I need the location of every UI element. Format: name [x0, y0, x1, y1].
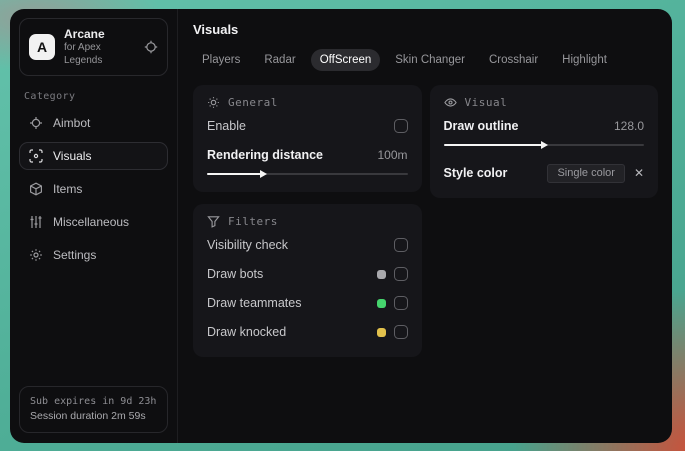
- filters-panel-title: Filters: [228, 215, 278, 228]
- tab-bar: Players Radar OffScreen Skin Changer Cro…: [193, 49, 658, 71]
- funnel-icon: [207, 215, 220, 228]
- visual-panel-title: Visual: [464, 96, 508, 109]
- visibility-check-checkbox[interactable]: [393, 238, 408, 252]
- draw-bots-label: Draw bots: [207, 267, 264, 281]
- draw-teammates-color-swatch[interactable]: [376, 298, 386, 308]
- draw-bots-row: Draw bots: [207, 262, 408, 286]
- sidebar-item-visuals[interactable]: Visuals: [19, 142, 168, 170]
- content-grid: General Enable Rendering distance 100m F…: [193, 85, 658, 357]
- clear-icon[interactable]: ✕: [634, 167, 644, 179]
- draw-bots-color-swatch[interactable]: [376, 269, 386, 279]
- rendering-distance-slider[interactable]: [207, 169, 408, 179]
- draw-outline-value: 128.0: [613, 119, 644, 133]
- visual-panel: Visual Draw outline 128.0 Style color Si…: [429, 85, 658, 198]
- tab-offscreen[interactable]: OffScreen: [310, 49, 381, 71]
- sidebar-item-label: Aimbot: [53, 116, 91, 130]
- scan-eye-icon: [29, 149, 43, 163]
- app-title-block: Arcane for Apex Legends: [64, 27, 135, 67]
- general-panel: General Enable Rendering distance 100m: [193, 85, 422, 192]
- enable-label: Enable: [207, 119, 246, 133]
- app-logo-card: A Arcane for Apex Legends: [19, 18, 168, 76]
- sidebar-item-aimbot[interactable]: Aimbot: [19, 109, 168, 137]
- rendering-distance-value: 100m: [377, 148, 408, 162]
- sidebar: A Arcane for Apex Legends Category Aimbo…: [10, 9, 178, 443]
- slider-handle[interactable]: [260, 170, 268, 178]
- tab-radar[interactable]: Radar: [255, 49, 304, 71]
- draw-knocked-color-swatch[interactable]: [376, 327, 386, 337]
- tab-skin-changer[interactable]: Skin Changer: [386, 49, 474, 71]
- filters-panel-header: Filters: [207, 215, 408, 228]
- visibility-check-label: Visibility check: [207, 238, 289, 252]
- eye-icon: [443, 96, 457, 109]
- draw-knocked-row: Draw knocked: [207, 320, 408, 344]
- rendering-distance-row: Rendering distance 100m: [207, 143, 408, 167]
- target-icon[interactable]: [144, 40, 158, 54]
- draw-outline-label: Draw outline: [443, 119, 519, 133]
- slider-fill: [443, 144, 542, 146]
- sidebar-item-settings[interactable]: Settings: [19, 241, 168, 269]
- style-color-selected-option[interactable]: Single color: [547, 163, 625, 183]
- right-column: Visual Draw outline 128.0 Style color Si…: [429, 85, 658, 198]
- app-name: Arcane: [64, 27, 105, 41]
- brightness-icon: [207, 96, 220, 109]
- sidebar-item-label: Settings: [53, 248, 97, 262]
- slider-handle[interactable]: [540, 141, 548, 149]
- sidebar-item-items[interactable]: Items: [19, 175, 168, 203]
- main-content: Visuals Players Radar OffScreen Skin Cha…: [178, 9, 672, 443]
- sidebar-item-label: Miscellaneous: [53, 215, 130, 229]
- draw-knocked-label: Draw knocked: [207, 325, 287, 339]
- draw-outline-row: Draw outline 128.0: [444, 114, 645, 138]
- sub-expiry-text: Sub expires in 9d 23h: [30, 396, 157, 407]
- style-color-row: Style color Single color ✕: [443, 161, 644, 185]
- draw-outline-slider[interactable]: [443, 140, 644, 150]
- sidebar-item-label: Visuals: [53, 149, 92, 163]
- app-window: A Arcane for Apex Legends Category Aimbo…: [10, 9, 672, 443]
- visual-panel-header: Visual: [443, 96, 645, 109]
- tab-players[interactable]: Players: [193, 49, 249, 71]
- session-duration-text: Session duration 2m 59s: [30, 410, 146, 422]
- app-logo: A: [29, 34, 55, 60]
- draw-teammates-label: Draw teammates: [207, 296, 302, 310]
- package-icon: [29, 182, 43, 196]
- sidebar-item-label: Items: [53, 182, 83, 196]
- general-panel-title: General: [228, 96, 278, 109]
- subscription-card: Sub expires in 9d 23h Session duration 2…: [19, 386, 168, 433]
- draw-knocked-checkbox[interactable]: [393, 325, 408, 339]
- left-column: General Enable Rendering distance 100m F…: [193, 85, 422, 357]
- sidebar-item-miscellaneous[interactable]: Miscellaneous: [19, 208, 168, 236]
- enable-checkbox[interactable]: [393, 119, 408, 133]
- sliders-icon: [29, 215, 43, 229]
- enable-row: Enable: [207, 114, 408, 138]
- page-title: Visuals: [193, 22, 239, 37]
- tab-highlight[interactable]: Highlight: [553, 49, 616, 71]
- category-label: Category: [24, 91, 76, 102]
- draw-teammates-row: Draw teammates: [207, 291, 408, 315]
- general-panel-header: General: [207, 96, 408, 109]
- filters-panel: Filters Visibility check Draw bots Draw …: [193, 204, 422, 357]
- gear-icon: [29, 248, 43, 262]
- app-subtitle: for Apex Legends: [64, 42, 103, 66]
- style-color-label: Style color: [443, 166, 508, 180]
- tab-crosshair[interactable]: Crosshair: [480, 49, 547, 71]
- visibility-check-row: Visibility check: [207, 233, 408, 257]
- draw-teammates-checkbox[interactable]: [393, 296, 408, 310]
- slider-fill: [207, 173, 262, 175]
- draw-bots-checkbox[interactable]: [393, 267, 408, 281]
- style-color-select[interactable]: Single color ✕: [547, 163, 644, 183]
- rendering-distance-label: Rendering distance: [207, 148, 323, 162]
- crosshair-icon: [29, 116, 43, 130]
